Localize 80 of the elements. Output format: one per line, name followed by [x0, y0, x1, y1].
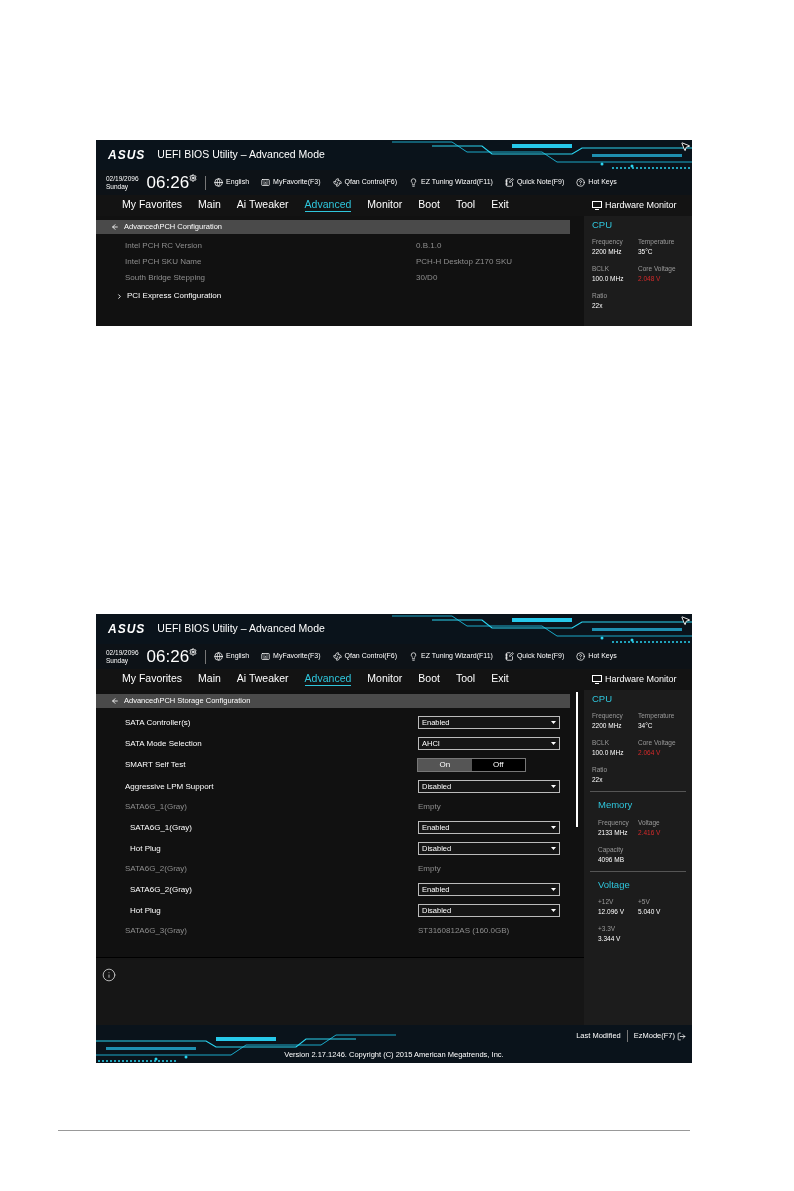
fan-icon — [332, 652, 342, 661]
submenu-link[interactable]: PCI Express Configuration — [127, 290, 222, 302]
section-title: CPU — [592, 692, 614, 706]
note-icon — [504, 178, 514, 187]
menu-tab[interactable]: Advanced — [304, 199, 352, 212]
window-title: UEFI BIOS Utility – Advanced Mode — [157, 621, 325, 637]
section-title: Voltage — [598, 877, 631, 892]
caret-icon — [551, 888, 556, 891]
back-arrow-icon[interactable] — [111, 697, 119, 705]
setting-label: SATA Controller(s) — [125, 716, 192, 729]
menu-tab[interactable]: Tool — [455, 199, 476, 212]
note-icon — [504, 652, 514, 661]
clock-time: 06:26 — [146, 648, 190, 665]
setting-value: Empty — [418, 801, 441, 813]
setting-label: South Bridge Stepping — [125, 272, 207, 284]
menu-tab[interactable]: Boot — [418, 199, 440, 212]
monitor-icon — [592, 675, 602, 684]
menu-tab[interactable]: Boot — [418, 673, 440, 686]
menu-tab[interactable]: Ai Tweaker — [236, 199, 289, 212]
setting-label: SATA Mode Selection — [125, 737, 203, 750]
fan-icon — [332, 178, 342, 187]
setting-value: PCH-H Desktop Z170 SKU — [416, 256, 513, 268]
back-arrow-icon[interactable] — [111, 223, 119, 231]
settings-icon[interactable] — [189, 648, 198, 656]
toggle-option[interactable]: On — [418, 759, 472, 771]
setting-label: SATA6G_3(Gray) — [125, 925, 188, 937]
menu-tab[interactable]: Main — [198, 673, 221, 686]
panel-title: Hardware Monitor — [605, 672, 677, 686]
caret-icon — [551, 742, 556, 745]
setting-label: Intel PCH SKU Name — [125, 256, 203, 268]
setting-label: Hot Plug — [130, 842, 162, 855]
setting-label: SMART Self Test — [125, 759, 187, 771]
cursor-icon — [680, 141, 691, 152]
settings-icon[interactable] — [189, 174, 198, 182]
exit-icon — [677, 1031, 686, 1041]
clock-time: 06:26 — [146, 174, 190, 191]
cursor-icon — [680, 615, 691, 626]
setting-value: ST3160812AS (160.0GB) — [418, 925, 510, 937]
lightbulb-icon — [409, 178, 419, 187]
setting-value: 0.B.1.0 — [416, 240, 442, 252]
menu-tab[interactable]: Monitor — [367, 673, 403, 686]
lightbulb-icon — [409, 652, 419, 661]
caret-icon — [551, 785, 556, 788]
setting-value: Empty — [418, 863, 441, 875]
globe-icon — [214, 652, 224, 661]
help-icon — [576, 652, 586, 661]
caret-icon — [551, 721, 556, 724]
setting-label: Hot Plug — [130, 904, 162, 917]
panel-title: Hardware Monitor — [605, 198, 677, 212]
menu-tab[interactable]: My Favorites — [122, 673, 183, 686]
setting-value: 30/D0 — [416, 272, 438, 284]
setting-label: SATA6G_2(Gray) — [125, 863, 188, 875]
menu-tab[interactable]: Tool — [455, 673, 476, 686]
menu-tab[interactable]: Main — [198, 199, 221, 212]
help-icon — [576, 178, 586, 187]
section-title: Memory — [598, 798, 634, 813]
setting-label: Aggressive LPM Support — [125, 780, 215, 793]
menu-tab[interactable]: Monitor — [367, 199, 403, 212]
menu-tab[interactable]: Ai Tweaker — [236, 673, 289, 686]
menu-tab[interactable]: My Favorites — [122, 199, 183, 212]
menu-tab[interactable]: Advanced — [304, 673, 352, 686]
setting-label: Intel PCH RC Version — [125, 240, 203, 252]
keyboard-icon — [261, 178, 271, 187]
caret-icon — [551, 826, 556, 829]
chevron-icon — [116, 292, 123, 300]
window-title: UEFI BIOS Utility – Advanced Mode — [157, 147, 325, 163]
monitor-icon — [592, 201, 602, 210]
keyboard-icon — [261, 652, 271, 661]
info-icon — [102, 968, 116, 982]
setting-label: SATA6G_1(Gray) — [130, 821, 193, 834]
menu-tab[interactable]: Exit — [491, 199, 509, 212]
logo: ASUS — [108, 621, 146, 638]
menu-tab[interactable]: Exit — [491, 673, 509, 686]
setting-label: SATA6G_1(Gray) — [125, 801, 188, 813]
caret-icon — [551, 847, 556, 850]
globe-icon — [214, 178, 224, 187]
setting-label: SATA6G_2(Gray) — [130, 883, 193, 896]
section-title: CPU — [592, 218, 614, 232]
caret-icon — [551, 909, 556, 912]
logo: ASUS — [108, 147, 146, 164]
